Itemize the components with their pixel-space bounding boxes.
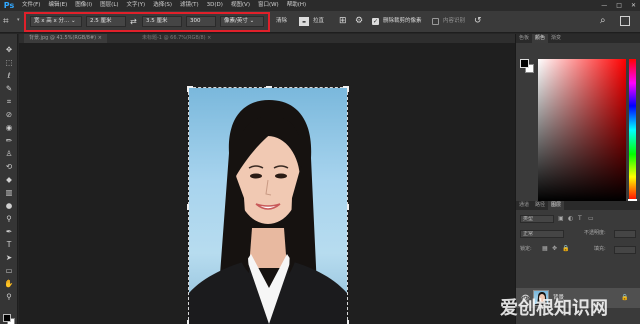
tab-paths[interactable]: 路径 [532,201,548,210]
content-aware-checkbox[interactable] [432,18,439,25]
color-picker-field[interactable] [538,59,626,201]
marquee-icon[interactable]: ⬚ [3,58,15,68]
crop-width-input[interactable]: 2.5 厘米 [86,16,126,27]
menu-image[interactable]: 图像(I) [71,0,96,11]
minimize-icon[interactable]: — [601,2,607,9]
opacity-input[interactable] [614,230,636,238]
opacity-label: 不透明度: [584,230,606,236]
portrait-photo[interactable] [189,88,347,324]
stamp-icon[interactable]: ♙ [3,149,15,159]
menu-filter[interactable]: 滤镜(T) [176,0,203,11]
tab-gradients[interactable]: 渐变 [548,34,564,43]
lock-all-icon[interactable]: 🔒 [562,244,569,253]
brush-icon[interactable]: ✏ [3,136,15,146]
color-panel [516,43,640,201]
menu-view[interactable]: 视图(V) [227,0,254,11]
foreground-color-chip[interactable] [520,59,529,68]
watermark-text: 爱创根知识网 [500,298,608,319]
reset-icon[interactable]: ↺ [474,16,482,27]
eraser-icon[interactable]: ◆ [3,175,15,185]
blur-icon[interactable]: ● [3,201,15,211]
menu-edit[interactable]: 编辑(E) [44,0,71,11]
layers-panel-tabs: 通道 路径 图层 [516,201,640,210]
path-select-icon[interactable]: ➤ [3,253,15,263]
layer-kind-filter[interactable]: 类型 [520,215,554,223]
document-tab-2[interactable]: 未标题-1 @ 66.7%(RGB/8) × [137,34,216,43]
fill-input[interactable] [614,246,636,254]
content-aware-label: 内容识别 [443,18,466,24]
crop-tool-preset-icon[interactable]: ⌗ [3,16,15,28]
resolution-unit-select[interactable]: 像素/英寸 ⌄ [220,16,264,27]
menu-bar: Ps 文件(F) 编辑(E) 图像(I) 图层(L) 文字(Y) 选择(S) 滤… [0,0,640,11]
swap-dimensions-icon[interactable]: ⇄ [130,16,137,27]
tab-channels[interactable]: 通道 [516,201,532,210]
search-icon[interactable]: ⌕ [600,15,606,27]
lasso-icon[interactable]: ℓ [3,71,15,81]
straighten-icon[interactable]: ▬ [299,17,309,26]
healing-icon[interactable]: ◉ [3,123,15,133]
delete-cropped-checkbox[interactable]: ✓ [372,18,379,25]
menu-file[interactable]: 文件(F) [18,0,44,11]
delete-cropped-label: 删除裁剪的像素 [383,18,422,24]
lock-pixels-icon[interactable]: ▦ [542,244,548,253]
hue-slider[interactable] [629,59,636,201]
zoom-icon[interactable]: ⚲ [3,292,15,302]
tools-panel: ✥ ⬚ ℓ ✎ ⌗ ⊘ ◉ ✏ ♙ ⟲ ◆ ▥ ● ⚲ ✒ T ➤ ▭ ✋ ⚲ [0,34,18,324]
menu-help[interactable]: 帮助(H) [283,0,310,11]
right-panel-dock: 色板 颜色 渐变 通道 路径 图层 类型 ▣ ◐ T ▭ 正常 不透明度: 锁定… [515,34,640,324]
history-brush-icon[interactable]: ⟲ [3,162,15,172]
resolution-input[interactable]: 300 [186,16,216,27]
crop-icon[interactable]: ⌗ [3,97,15,107]
filter-shape-icon[interactable]: ▭ [588,214,594,223]
shape-icon[interactable]: ▭ [3,266,15,276]
filter-adjust-icon[interactable]: ◐ [568,214,573,223]
close-icon[interactable]: ✕ [631,2,636,9]
straighten-button[interactable]: 拉直 [313,16,324,27]
photoshop-logo: Ps [3,1,15,10]
lock-label: 锁定: [520,246,532,252]
fill-label: 填充: [594,246,606,252]
color-panel-tabs: 色板 颜色 渐变 [516,34,640,43]
dodge-icon[interactable]: ⚲ [3,214,15,224]
crop-height-input[interactable]: 3.5 厘米 [142,16,182,27]
document-tab[interactable]: 背景.jpg @ 41.5%(RGB/8#) × [24,34,107,43]
tab-layers[interactable]: 图层 [548,201,565,210]
overlay-grid-icon[interactable]: ⊞ [339,16,347,27]
blend-mode-select[interactable]: 正常 [520,230,564,238]
move-icon[interactable]: ✥ [3,45,15,55]
clear-button[interactable]: 清除 [276,16,287,27]
quick-select-icon[interactable]: ✎ [3,84,15,94]
maximize-icon[interactable]: □ [616,2,622,9]
gradient-icon[interactable]: ▥ [3,188,15,198]
type-icon[interactable]: T [3,240,15,250]
lock-position-icon[interactable]: ✥ [552,244,557,253]
hand-icon[interactable]: ✋ [3,279,15,289]
tab-color[interactable]: 颜色 [532,34,549,43]
filter-type-icon[interactable]: T [578,214,582,223]
foreground-color-swatch[interactable] [3,314,11,322]
portrait-illustration [189,100,347,324]
tab-swatches[interactable]: 色板 [516,34,532,43]
window-controls: — □ ✕ [601,0,636,11]
pen-icon[interactable]: ✒ [3,227,15,237]
eyedropper-icon[interactable]: ⊘ [3,110,15,120]
workspace-icon[interactable] [620,16,630,26]
menu-select[interactable]: 选择(S) [149,0,176,11]
options-bar: ⌗ ▾ 宽 x 高 x 分... ⌄ 2.5 厘米 ⇄ 3.5 厘米 300 像… [0,11,640,33]
document-tab-bar: 背景.jpg @ 41.5%(RGB/8#) × 未标题-1 @ 66.7%(R… [19,34,515,43]
menu-type[interactable]: 文字(Y) [123,0,150,11]
chevron-down-icon[interactable]: ▾ [17,17,20,23]
menu-layer[interactable]: 图层(L) [96,0,122,11]
menu-window[interactable]: 窗口(W) [254,0,283,11]
crop-ratio-select[interactable]: 宽 x 高 x 分... ⌄ [30,16,82,27]
gear-icon[interactable]: ⚙ [355,16,363,27]
filter-pixel-icon[interactable]: ▣ [558,214,564,223]
menu-3d[interactable]: 3D(D) [203,0,227,11]
